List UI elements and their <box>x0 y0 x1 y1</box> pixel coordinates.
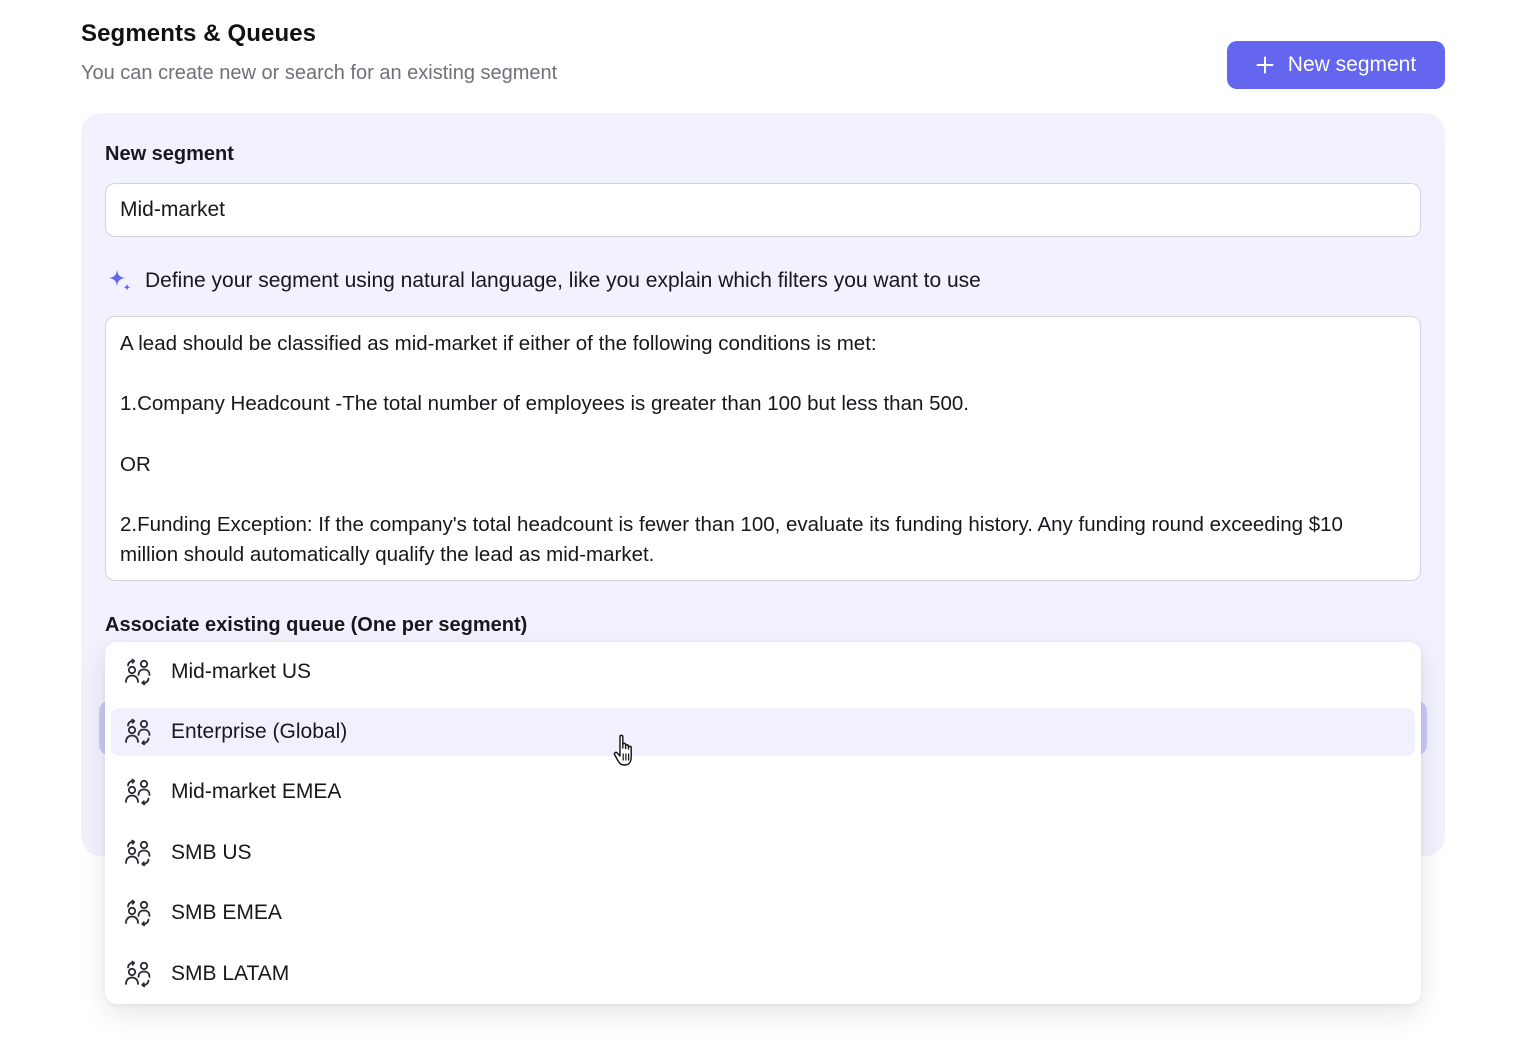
queue-option-mid-market-emea[interactable]: Mid-market EMEA <box>111 768 1415 816</box>
queue-option-smb-us[interactable]: SMB US <box>111 829 1415 877</box>
queue-option-smb-latam[interactable]: SMB LATAM <box>111 950 1415 998</box>
queue-option-label: SMB US <box>171 841 252 864</box>
define-segment-row: Define your segment using natural langua… <box>107 268 981 294</box>
definition-line: 2.Funding Exception: If the company's to… <box>120 513 1343 567</box>
segment-name-value: Mid-market <box>120 198 226 221</box>
queue-icon <box>125 960 151 988</box>
define-segment-label: Define your segment using natural langua… <box>145 269 981 292</box>
queue-option-label: SMB LATAM <box>171 962 290 985</box>
segment-definition-textarea[interactable]: A lead should be classified as mid-marke… <box>105 316 1421 581</box>
definition-line: OR <box>120 452 151 476</box>
queue-icon <box>125 658 151 686</box>
new-segment-button[interactable]: New segment <box>1227 41 1445 89</box>
segment-name-label: New segment <box>105 143 234 165</box>
sparkle-icon <box>109 270 131 291</box>
queue-option-mid-market-us[interactable]: Mid-market US <box>111 648 1415 696</box>
queue-option-label: Mid-market EMEA <box>171 780 342 803</box>
plus-icon <box>1256 56 1274 74</box>
segment-name-input[interactable]: Mid-market <box>105 183 1421 237</box>
page-subtitle: You can create new or search for an exis… <box>81 62 558 84</box>
queue-icon <box>125 778 151 806</box>
queue-icon <box>125 718 151 746</box>
queue-label: Associate existing queue (One per segmen… <box>105 614 528 636</box>
definition-line: A lead should be classified as mid-marke… <box>120 332 877 355</box>
definition-line: 1.Company Headcount -The total number of… <box>120 392 969 416</box>
pointer-cursor-icon <box>613 734 632 766</box>
queue-option-label: SMB EMEA <box>171 901 282 924</box>
queue-option-enterprise-global[interactable]: Enterprise (Global) <box>111 708 1415 756</box>
queue-icon <box>125 899 151 927</box>
queue-dropdown-menu: Mid-market US Enterprise (Global) Mid-ma… <box>105 642 1421 1004</box>
queue-option-label: Mid-market US <box>171 660 312 683</box>
queue-icon <box>125 839 151 867</box>
new-segment-button-label: New segment <box>1287 53 1417 76</box>
queue-option-smb-emea[interactable]: SMB EMEA <box>111 889 1415 937</box>
page-title: Segments & Queues <box>81 20 317 47</box>
queue-option-label: Enterprise (Global) <box>171 720 348 743</box>
